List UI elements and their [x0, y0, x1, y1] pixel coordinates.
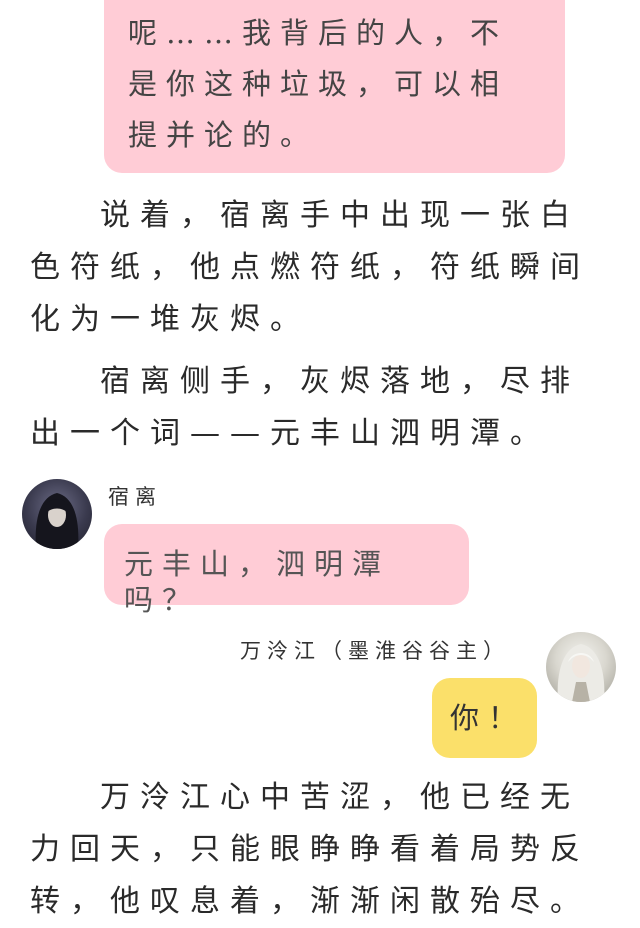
narration-paragraph-3: 万泠江心中苦涩，他已经无力回天，只能眼睁睁看着局势反转，他叹息着，渐渐闲散殆尽。	[30, 780, 590, 919]
chat-bubble-top: 呢……我背后的人，不是你这种垃圾，可以相提并论的。	[104, 0, 565, 173]
narration-paragraph-2: 宿离侧手，灰烬落地，尽排出一个词——元丰山泗明潭。	[30, 364, 580, 451]
narration-paragraph-1: 说着，宿离手中出现一张白色符纸，他点燃符纸，符纸瞬间化为一堆灰烬。	[30, 198, 590, 337]
avatar-white-hair-icon	[557, 644, 605, 702]
chat-bubble-top-text: 呢……我背后的人，不是你这种垃圾，可以相提并论的。	[128, 16, 509, 152]
sender-name-suli: 宿离	[108, 485, 162, 509]
chat-bubble-wan-text: 你！	[450, 701, 527, 735]
chat-bubble-suli-text: 元丰山，泗明潭吗？	[124, 547, 391, 617]
avatar-suli[interactable]	[22, 479, 92, 549]
avatar-dark-hair-icon	[35, 493, 79, 549]
chat-bubble-wan: 你！	[432, 678, 537, 758]
sender-name-wan: 万泠江（墨淮谷谷主）	[240, 639, 510, 663]
avatar-wan[interactable]	[546, 632, 616, 702]
chat-bubble-suli: 元丰山，泗明潭吗？	[104, 524, 469, 617]
